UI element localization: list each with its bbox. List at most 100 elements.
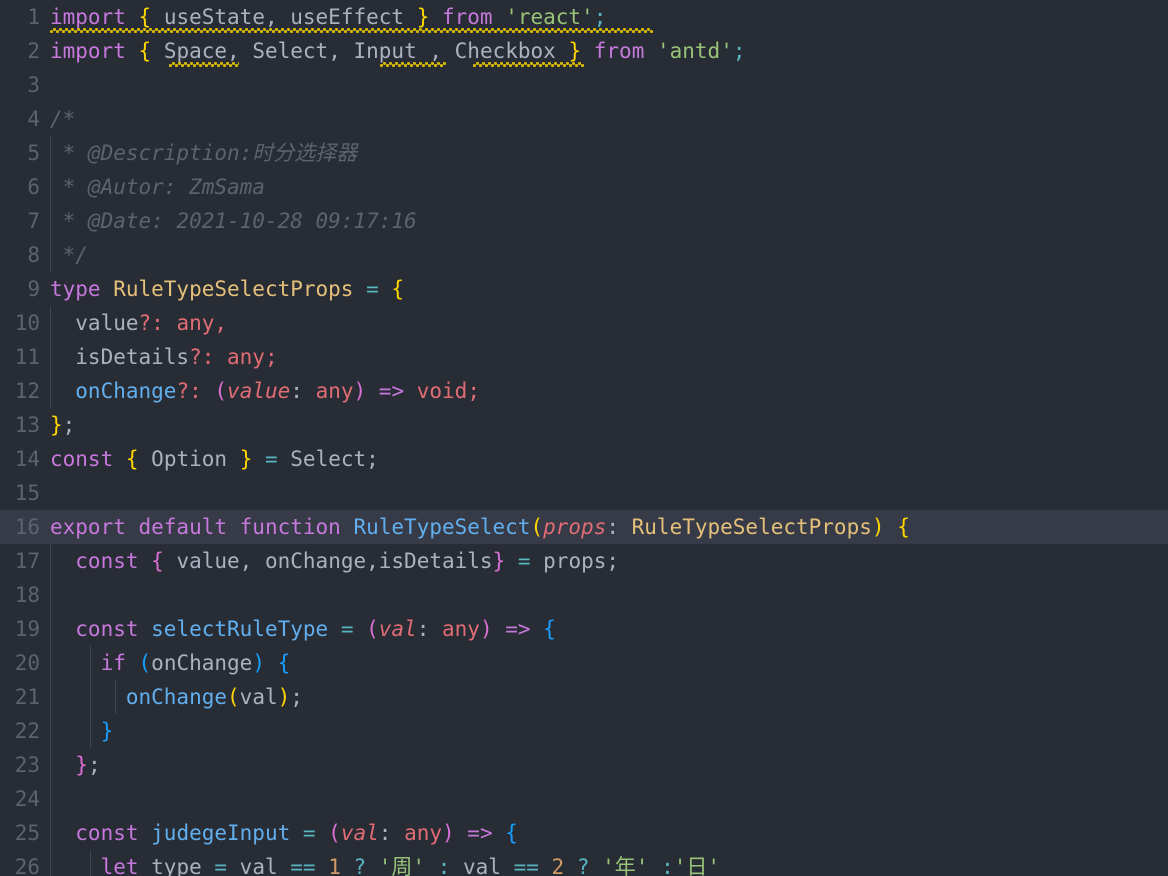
token-brace: { <box>125 447 139 471</box>
code-line[interactable]: 24 <box>0 782 1168 816</box>
token-paren: ( <box>328 821 341 845</box>
line-number-gutter: 4 <box>27 107 40 131</box>
code-line-content: import { Space, Select, Input , Checkbox… <box>50 39 746 63</box>
token-type: void <box>416 379 468 403</box>
token-function-name: judegeInput <box>138 821 291 845</box>
token-optional: ?: <box>176 379 202 403</box>
token-keyword: let <box>50 855 139 876</box>
code-line[interactable]: 11 isDetails?: any; <box>0 340 1168 374</box>
code-line[interactable]: 25 const judegeInput = (val: any) => { <box>0 816 1168 850</box>
line-number-gutter: 26 <box>14 855 40 876</box>
token-keyword: function <box>227 515 341 539</box>
code-line[interactable]: 22 } <box>0 714 1168 748</box>
line-number-gutter: 3 <box>27 73 40 97</box>
token-operator: ? <box>340 855 379 876</box>
token-brace: { <box>138 39 152 63</box>
token-identifier: val <box>463 855 501 876</box>
token-paren: ( <box>138 651 152 675</box>
token-punctuation: ; <box>467 379 480 403</box>
line-number-gutter: 18 <box>14 583 40 607</box>
code-line-content: isDetails?: any; <box>50 340 277 374</box>
line-number-gutter: 2 <box>27 39 40 63</box>
code-line[interactable]: 8 */ <box>0 238 1168 272</box>
code-line[interactable]: 14 const { Option } = Select; <box>0 442 1168 476</box>
code-line[interactable]: 10 value?: any, <box>0 306 1168 340</box>
token-type: any <box>391 821 442 845</box>
token-property: value <box>50 311 139 335</box>
code-line-content: }; <box>50 408 75 442</box>
token-keyword: const <box>50 447 114 471</box>
token-identifier: Option <box>138 447 240 471</box>
lightbulb-icon[interactable] <box>52 482 143 538</box>
token-operator: = <box>252 447 291 471</box>
token-paren: ( <box>214 379 228 403</box>
line-number-gutter: 14 <box>14 447 40 471</box>
token-arrow: => <box>454 821 506 845</box>
token-brace: } <box>568 39 582 63</box>
code-editor[interactable]: 1 import { useState, useEffect } from 'r… <box>0 0 1168 876</box>
token-paren: ) <box>252 651 265 675</box>
line-number-gutter: 25 <box>14 821 40 845</box>
line-number-gutter: 19 <box>14 617 40 641</box>
line-number-gutter: 8 <box>27 243 40 267</box>
line-number-gutter: 5 <box>27 141 40 165</box>
code-line[interactable]: 18 <box>0 578 1168 612</box>
token-brace: { <box>391 277 405 301</box>
code-line[interactable]: 5 * @Description:时分选择器 <box>0 136 1168 170</box>
code-line[interactable]: 6 * @Autor: ZmSama <box>0 170 1168 204</box>
code-line-content: const { Option } = Select; <box>50 442 379 476</box>
token-operator: = <box>505 549 544 573</box>
token-paren: ( <box>366 617 379 641</box>
code-comment: /* <box>50 107 76 131</box>
code-line[interactable]: 12 onChange?: (value: any) => void; <box>0 374 1168 408</box>
code-line[interactable]: 1 import { useState, useEffect } from 'r… <box>0 0 1168 34</box>
code-line-current[interactable]: 16 export default function RuleTypeSelec… <box>0 510 1168 544</box>
token-identifier: Input <box>353 39 417 63</box>
token-identifier: useState, useEffect <box>151 5 417 29</box>
code-line[interactable]: 23 }; <box>0 748 1168 782</box>
code-line[interactable]: 3 <box>0 68 1168 102</box>
token-operator: == <box>277 855 329 876</box>
code-line-content: onChange?: (value: any) => void; <box>50 374 480 408</box>
line-number-gutter: 10 <box>14 311 40 335</box>
code-line[interactable]: 7 * @Date: 2021-10-28 09:17:16 <box>0 204 1168 238</box>
token-function-name: RuleTypeSelect <box>340 515 531 539</box>
code-line[interactable]: 2 import { Space, Select, Input , Checkb… <box>0 34 1168 68</box>
code-line[interactable]: 21 onChange(val); <box>0 680 1168 714</box>
token-type: RuleTypeSelectProps <box>100 277 354 301</box>
token-optional: ?: <box>189 345 215 369</box>
line-number-gutter: 7 <box>27 209 40 233</box>
token-operator: = <box>328 617 367 641</box>
code-line[interactable]: 4 /* <box>0 102 1168 136</box>
token-identifier: Checkbox <box>454 39 556 63</box>
code-line-content: export default function RuleTypeSelect(p… <box>50 510 910 544</box>
code-line[interactable]: 9 type RuleTypeSelectProps = { <box>0 272 1168 306</box>
code-line[interactable]: 26 let type = val == 1 ? '周' : val == 2 … <box>0 850 1168 876</box>
token-keyword: const <box>50 821 139 845</box>
token-brace: } <box>416 5 430 29</box>
indent-guide <box>50 782 51 816</box>
token-brace: } <box>50 753 88 777</box>
code-line[interactable]: 13 }; <box>0 408 1168 442</box>
token-paren: ) <box>277 685 291 709</box>
code-line[interactable]: 19 const selectRuleType = (val: any) => … <box>0 612 1168 646</box>
token-type: RuleTypeSelectProps <box>619 515 872 539</box>
token-keyword: type <box>50 277 101 301</box>
code-line-content: const judegeInput = (val: any) => { <box>50 816 518 850</box>
token-operator: = <box>201 855 240 876</box>
token-brace: { <box>897 515 910 539</box>
token-function-name: selectRuleType <box>138 617 329 641</box>
token-punctuation: ; <box>290 685 303 709</box>
token-operator: : <box>425 855 464 876</box>
token-brace: { <box>505 821 518 845</box>
line-number-gutter: 16 <box>14 515 40 539</box>
token-keyword: import <box>50 5 126 29</box>
token-parameter: props <box>543 515 607 539</box>
token-number: 1 <box>328 855 341 876</box>
code-line[interactable]: 15 <box>0 476 1168 538</box>
token-arrow: => <box>492 617 544 641</box>
token-operator: = <box>290 821 329 845</box>
token-optional: ?: <box>138 311 164 335</box>
code-line[interactable]: 17 const { value, onChange,isDetails} = … <box>0 544 1168 578</box>
code-line[interactable]: 20 if (onChange) { <box>0 646 1168 680</box>
